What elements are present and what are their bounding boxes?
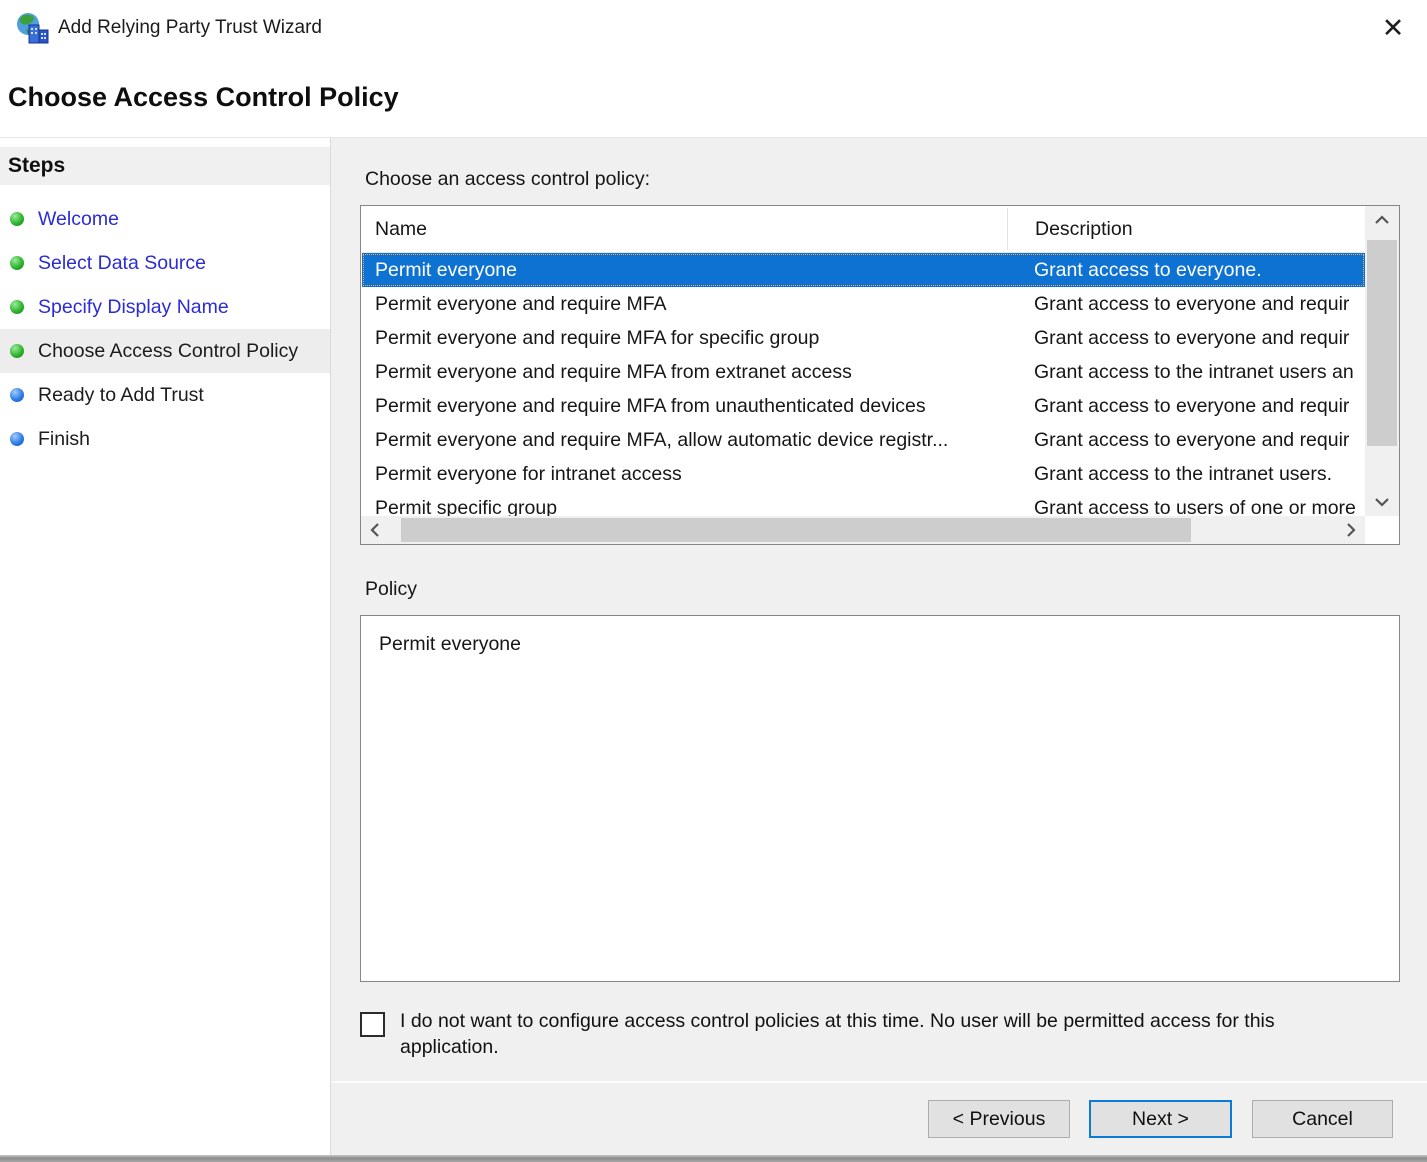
step-label: Finish xyxy=(38,428,90,450)
step-status-icon xyxy=(10,256,24,270)
column-header-description[interactable]: Description xyxy=(1021,218,1399,241)
step-label: Ready to Add Trust xyxy=(38,384,204,406)
cell-description: Grant access to the intranet users an xyxy=(1020,361,1365,384)
step-label: Choose Access Control Policy xyxy=(38,340,298,362)
step-status-icon xyxy=(10,344,24,358)
window-bottom-edge xyxy=(0,1155,1427,1162)
cell-name: Permit specific group xyxy=(362,497,1020,517)
step-status-icon xyxy=(10,432,24,446)
scroll-left-icon[interactable] xyxy=(361,516,389,544)
table-header-row: Name Description xyxy=(361,206,1399,253)
horizontal-scrollbar-thumb[interactable] xyxy=(401,518,1191,542)
no-policy-option-row: I do not want to configure access contro… xyxy=(360,1008,1362,1060)
page-title: Choose Access Control Policy xyxy=(8,82,399,113)
column-header-name[interactable]: Name xyxy=(361,218,1021,241)
cell-description: Grant access to everyone and requir xyxy=(1020,429,1365,452)
footer-separator xyxy=(331,1081,1427,1083)
table-row[interactable]: Permit specific group Grant access to us… xyxy=(362,491,1365,516)
step-label: Specify Display Name xyxy=(38,296,229,318)
no-policy-checkbox[interactable] xyxy=(360,1012,385,1037)
step-item[interactable]: Select Data Source xyxy=(0,241,330,285)
step-item[interactable]: Welcome xyxy=(0,197,330,241)
step-item: Finish xyxy=(0,417,330,461)
previous-button[interactable]: < Previous xyxy=(928,1100,1070,1138)
step-label: Welcome xyxy=(38,208,119,230)
table-rows: Permit everyone Grant access to everyone… xyxy=(362,253,1365,516)
cell-name: Permit everyone and require MFA xyxy=(362,293,1020,316)
column-divider[interactable] xyxy=(1007,208,1008,250)
close-icon[interactable]: ✕ xyxy=(1375,10,1411,46)
step-label: Select Data Source xyxy=(38,252,206,274)
table-row[interactable]: Permit everyone and require MFA Grant ac… xyxy=(362,287,1365,321)
step-status-icon xyxy=(10,388,24,402)
step-item: Ready to Add Trust xyxy=(0,373,330,417)
steps-header: Steps xyxy=(0,147,330,185)
cell-description: Grant access to everyone. xyxy=(1020,259,1365,282)
vertical-scrollbar[interactable] xyxy=(1365,206,1399,516)
cell-name: Permit everyone xyxy=(362,259,1020,282)
step-status-icon xyxy=(10,300,24,314)
cell-description: Grant access to everyone and requir xyxy=(1020,293,1365,316)
cell-description: Grant access to users of one or more xyxy=(1020,497,1365,517)
wizard-content-panel: Choose an access control policy: Name De… xyxy=(331,138,1427,1155)
step-item: Choose Access Control Policy xyxy=(0,329,330,373)
window-title: Add Relying Party Trust Wizard xyxy=(58,17,322,39)
steps-list: Welcome Select Data Source Specify Displ… xyxy=(0,197,330,461)
cell-description: Grant access to everyone and requir xyxy=(1020,395,1365,418)
access-policy-list-label: Choose an access control policy: xyxy=(365,168,650,191)
cell-name: Permit everyone for intranet access xyxy=(362,463,1020,486)
wizard-app-icon xyxy=(14,11,52,49)
table-row[interactable]: Permit everyone Grant access to everyone… xyxy=(362,253,1365,287)
policy-preview-box: Permit everyone xyxy=(360,615,1400,982)
scroll-down-icon[interactable] xyxy=(1365,488,1399,516)
vertical-scrollbar-thumb[interactable] xyxy=(1367,240,1397,446)
cell-name: Permit everyone and require MFA for spec… xyxy=(362,327,1020,350)
cell-name: Permit everyone and require MFA from ext… xyxy=(362,361,1020,384)
steps-sidebar: Steps Welcome Select Data Source Specify… xyxy=(0,138,331,1155)
title-bar: Add Relying Party Trust Wizard ✕ xyxy=(0,0,1427,60)
access-policy-table: Name Description Permit everyone Grant a… xyxy=(360,205,1400,545)
table-row[interactable]: Permit everyone and require MFA from una… xyxy=(362,389,1365,423)
horizontal-scrollbar[interactable] xyxy=(361,516,1365,544)
cell-description: Grant access to everyone and requir xyxy=(1020,327,1365,350)
no-policy-checkbox-label: I do not want to configure access contro… xyxy=(400,1008,1362,1060)
table-row[interactable]: Permit everyone and require MFA, allow a… xyxy=(362,423,1365,457)
cancel-button[interactable]: Cancel xyxy=(1252,1100,1393,1138)
cell-description: Grant access to the intranet users. xyxy=(1020,463,1365,486)
policy-content: Permit everyone xyxy=(361,616,1399,656)
step-item[interactable]: Specify Display Name xyxy=(0,285,330,329)
cell-name: Permit everyone and require MFA, allow a… xyxy=(362,429,1020,452)
table-row[interactable]: Permit everyone for intranet access Gran… xyxy=(362,457,1365,491)
next-button[interactable]: Next > xyxy=(1089,1100,1232,1138)
cell-name: Permit everyone and require MFA from una… xyxy=(362,395,1020,418)
policy-section-label: Policy xyxy=(365,578,417,601)
scroll-right-icon[interactable] xyxy=(1337,516,1365,544)
table-row[interactable]: Permit everyone and require MFA from ext… xyxy=(362,355,1365,389)
step-status-icon xyxy=(10,212,24,226)
table-row[interactable]: Permit everyone and require MFA for spec… xyxy=(362,321,1365,355)
scroll-up-icon[interactable] xyxy=(1365,206,1399,234)
